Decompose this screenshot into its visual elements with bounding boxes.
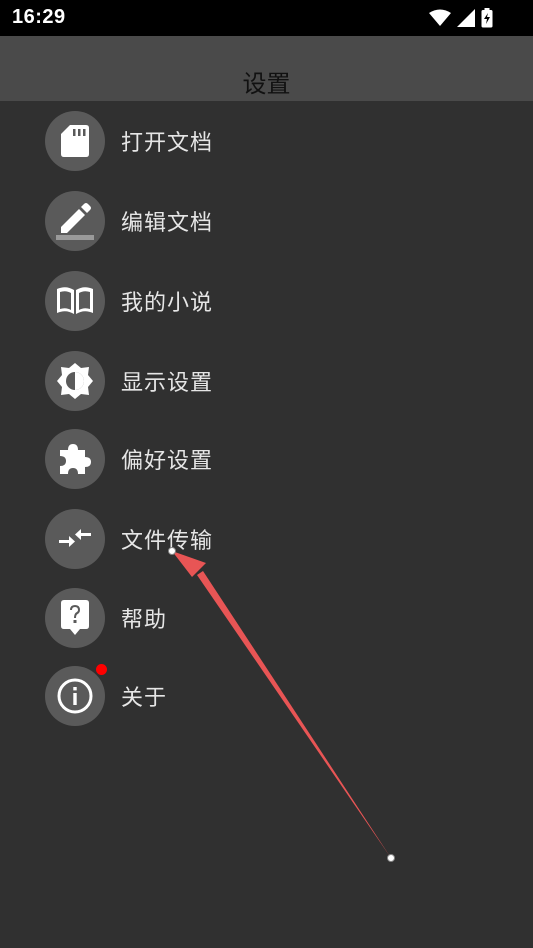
puzzle-icon — [60, 444, 91, 474]
app-header: 设置 — [0, 36, 533, 101]
menu-item-preferences[interactable]: 偏好设置 — [45, 428, 345, 490]
wifi-icon — [429, 9, 451, 26]
menu-label-preferences: 偏好设置 — [121, 449, 214, 474]
icon-button-display-settings — [45, 351, 105, 411]
icon-button-open-document — [45, 111, 105, 171]
notification-badge-dot — [96, 664, 107, 675]
menu-item-edit-document[interactable]: 编辑文档 — [45, 190, 345, 252]
menu-item-display-settings[interactable]: 显示设置 — [45, 350, 345, 412]
menu-item-about[interactable]: 关于 — [45, 664, 345, 727]
menu-item-open-document[interactable]: 打开文档 — [45, 110, 345, 172]
edit-pencil-icon — [56, 203, 94, 240]
menu-label-edit-document: 编辑文档 — [121, 211, 214, 236]
menu-label-file-transfer: 文件传输 — [121, 529, 214, 554]
signal-icon — [457, 9, 475, 27]
icon-button-my-novels — [45, 271, 105, 331]
status-icons — [429, 8, 493, 28]
battery-icon — [481, 8, 493, 28]
menu-label-help: 帮助 — [121, 608, 168, 633]
menu-label-display-settings: 显示设置 — [121, 371, 214, 396]
icon-button-about — [45, 664, 107, 726]
icon-button-preferences — [45, 429, 105, 489]
icon-button-edit-document — [45, 191, 105, 251]
menu-label-my-novels: 我的小说 — [121, 291, 214, 316]
icon-button-file-transfer — [45, 509, 105, 569]
menu-item-file-transfer[interactable]: 文件传输 — [45, 508, 345, 570]
brightness-icon — [57, 363, 93, 399]
menu-label-open-document: 打开文档 — [121, 131, 214, 156]
transfer-arrows-icon — [59, 529, 91, 547]
status-bar: 16:29 — [0, 0, 533, 36]
status-time: 16:29 — [12, 6, 66, 28]
icon-button-help — [45, 588, 105, 648]
book-icon — [57, 287, 93, 314]
info-icon — [57, 678, 93, 714]
menu-item-my-novels[interactable]: 我的小说 — [45, 270, 345, 332]
menu-label-about: 关于 — [121, 686, 168, 711]
help-icon — [61, 600, 89, 635]
sd-card-icon — [61, 125, 89, 157]
menu-item-help[interactable]: 帮助 — [45, 587, 345, 649]
page-title: 设置 — [242, 70, 291, 98]
